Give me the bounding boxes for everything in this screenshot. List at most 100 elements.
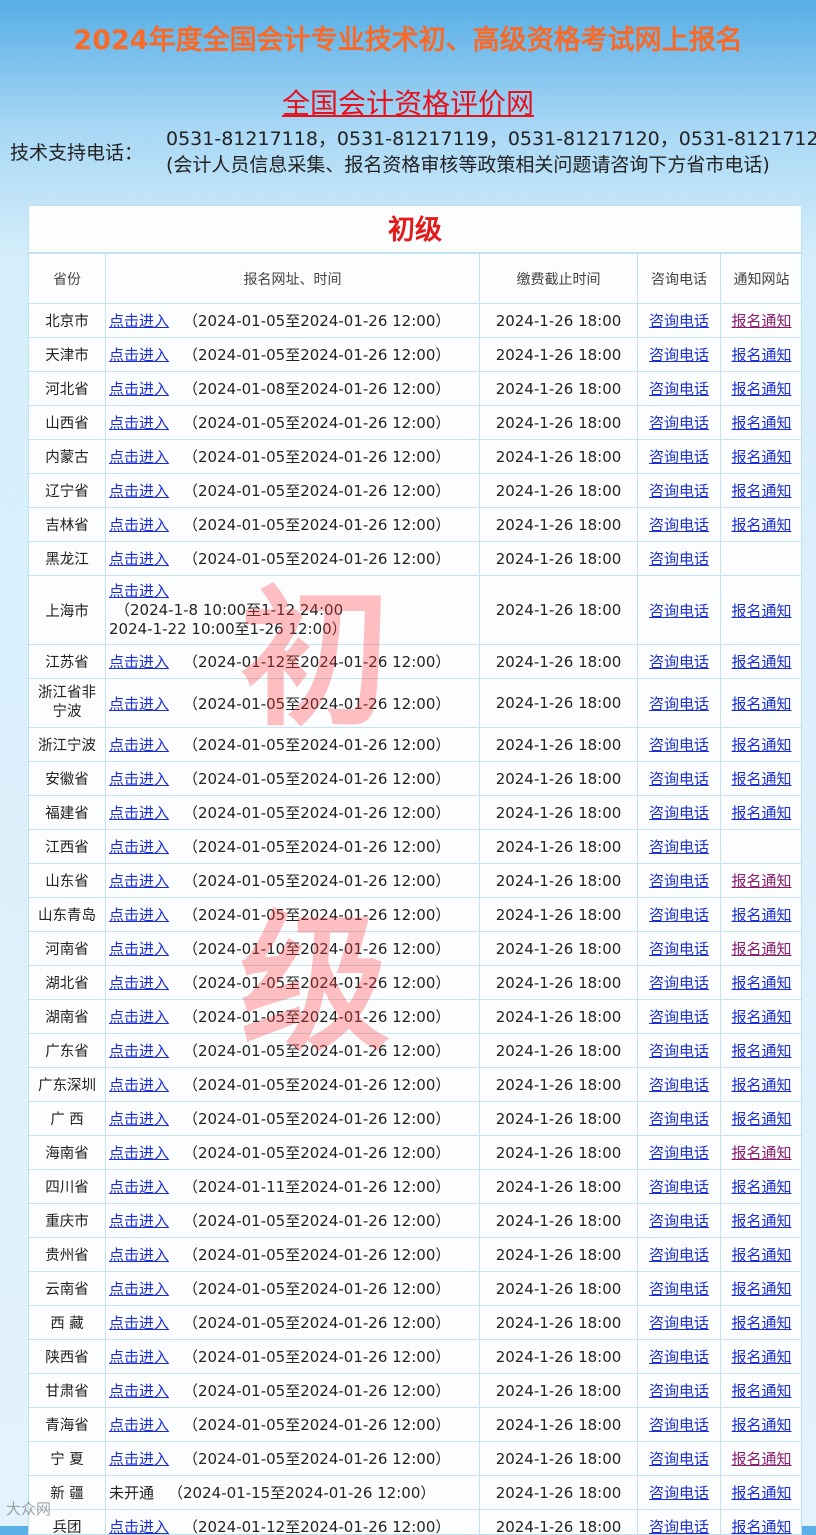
consult-phone-link[interactable]: 咨询电话 bbox=[649, 1144, 709, 1162]
notice-link[interactable]: 报名通知 bbox=[731, 380, 791, 398]
consult-phone-link[interactable]: 咨询电话 bbox=[649, 940, 709, 958]
consult-phone-link[interactable]: 咨询电话 bbox=[649, 414, 709, 432]
consult-phone-link[interactable]: 咨询电话 bbox=[649, 1416, 709, 1434]
consult-phone-link[interactable]: 咨询电话 bbox=[649, 1110, 709, 1128]
notice-link[interactable]: 报名通知 bbox=[731, 516, 791, 534]
notice-link[interactable]: 报名通知 bbox=[731, 1382, 791, 1400]
notice-link[interactable]: 报名通知 bbox=[731, 482, 791, 500]
consult-phone-link[interactable]: 咨询电话 bbox=[649, 1178, 709, 1196]
consult-phone-link[interactable]: 咨询电话 bbox=[649, 1382, 709, 1400]
notice-link[interactable]: 报名通知 bbox=[731, 1450, 791, 1468]
notice-link[interactable]: 报名通知 bbox=[731, 906, 791, 924]
notice-link[interactable]: 报名通知 bbox=[731, 1314, 791, 1332]
enter-link[interactable]: 点击进入 bbox=[109, 906, 169, 924]
consult-phone-link[interactable]: 咨询电话 bbox=[649, 974, 709, 992]
enter-link[interactable]: 点击进入 bbox=[109, 1144, 169, 1162]
enter-link[interactable]: 点击进入 bbox=[109, 582, 169, 600]
enter-link[interactable]: 点击进入 bbox=[109, 1280, 169, 1298]
notice-link[interactable]: 报名通知 bbox=[731, 872, 791, 890]
consult-phone-link[interactable]: 咨询电话 bbox=[649, 346, 709, 364]
notice-link[interactable]: 报名通知 bbox=[731, 1246, 791, 1264]
notice-link[interactable]: 报名通知 bbox=[731, 974, 791, 992]
enter-link[interactable]: 点击进入 bbox=[109, 346, 169, 364]
enter-link[interactable]: 点击进入 bbox=[109, 1008, 169, 1026]
enter-link[interactable]: 点击进入 bbox=[109, 1450, 169, 1468]
notice-link[interactable]: 报名通知 bbox=[731, 736, 791, 754]
consult-phone-link[interactable]: 咨询电话 bbox=[649, 1484, 709, 1502]
notice-link[interactable]: 报名通知 bbox=[731, 1348, 791, 1366]
consult-phone-link[interactable]: 咨询电话 bbox=[649, 448, 709, 466]
enter-link[interactable]: 点击进入 bbox=[109, 516, 169, 534]
consult-phone-link[interactable]: 咨询电话 bbox=[649, 1314, 709, 1332]
notice-link[interactable]: 报名通知 bbox=[731, 448, 791, 466]
consult-phone-link[interactable]: 咨询电话 bbox=[649, 1042, 709, 1060]
notice-link[interactable]: 报名通知 bbox=[731, 804, 791, 822]
enter-link[interactable]: 点击进入 bbox=[109, 1212, 169, 1230]
enter-link[interactable]: 点击进入 bbox=[109, 1178, 169, 1196]
notice-link[interactable]: 报名通知 bbox=[731, 1110, 791, 1128]
notice-link[interactable]: 报名通知 bbox=[731, 1416, 791, 1434]
enter-link[interactable]: 点击进入 bbox=[109, 1110, 169, 1128]
consult-phone-link[interactable]: 咨询电话 bbox=[649, 1246, 709, 1264]
notice-link[interactable]: 报名通知 bbox=[731, 346, 791, 364]
consult-phone-link[interactable]: 咨询电话 bbox=[649, 695, 709, 713]
notice-link[interactable]: 报名通知 bbox=[731, 653, 791, 671]
enter-link[interactable]: 点击进入 bbox=[109, 414, 169, 432]
consult-phone-link[interactable]: 咨询电话 bbox=[649, 1348, 709, 1366]
consult-phone-link[interactable]: 咨询电话 bbox=[649, 550, 709, 568]
notice-link[interactable]: 报名通知 bbox=[731, 940, 791, 958]
notice-link[interactable]: 报名通知 bbox=[731, 1178, 791, 1196]
notice-link[interactable]: 报名通知 bbox=[731, 414, 791, 432]
notice-link[interactable]: 报名通知 bbox=[731, 1212, 791, 1230]
consult-phone-link[interactable]: 咨询电话 bbox=[649, 1008, 709, 1026]
notice-link[interactable]: 报名通知 bbox=[731, 1518, 791, 1535]
enter-link[interactable]: 点击进入 bbox=[109, 1246, 169, 1264]
consult-phone-link[interactable]: 咨询电话 bbox=[649, 906, 709, 924]
enter-link[interactable]: 点击进入 bbox=[109, 1314, 169, 1332]
notice-link[interactable]: 报名通知 bbox=[731, 770, 791, 788]
consult-phone-link[interactable]: 咨询电话 bbox=[649, 380, 709, 398]
consult-phone-link[interactable]: 咨询电话 bbox=[649, 736, 709, 754]
enter-link[interactable]: 点击进入 bbox=[109, 804, 169, 822]
consult-phone-link[interactable]: 咨询电话 bbox=[649, 1280, 709, 1298]
enter-link[interactable]: 点击进入 bbox=[109, 974, 169, 992]
enter-link[interactable]: 点击进入 bbox=[109, 695, 169, 713]
enter-link[interactable]: 点击进入 bbox=[109, 550, 169, 568]
enter-link[interactable]: 点击进入 bbox=[109, 770, 169, 788]
notice-link[interactable]: 报名通知 bbox=[731, 312, 791, 330]
notice-link[interactable]: 报名通知 bbox=[731, 1484, 791, 1502]
enter-link[interactable]: 点击进入 bbox=[109, 872, 169, 890]
consult-phone-link[interactable]: 咨询电话 bbox=[649, 602, 709, 620]
enter-link[interactable]: 点击进入 bbox=[109, 1382, 169, 1400]
consult-phone-link[interactable]: 咨询电话 bbox=[649, 1450, 709, 1468]
enter-link[interactable]: 点击进入 bbox=[109, 1416, 169, 1434]
enter-link[interactable]: 点击进入 bbox=[109, 940, 169, 958]
notice-link[interactable]: 报名通知 bbox=[731, 1042, 791, 1060]
enter-link[interactable]: 点击进入 bbox=[109, 1076, 169, 1094]
notice-link[interactable]: 报名通知 bbox=[731, 1144, 791, 1162]
consult-phone-link[interactable]: 咨询电话 bbox=[649, 653, 709, 671]
enter-link[interactable]: 点击进入 bbox=[109, 1042, 169, 1060]
consult-phone-link[interactable]: 咨询电话 bbox=[649, 1212, 709, 1230]
consult-phone-link[interactable]: 咨询电话 bbox=[649, 872, 709, 890]
notice-link[interactable]: 报名通知 bbox=[731, 695, 791, 713]
enter-link[interactable]: 点击进入 bbox=[109, 1348, 169, 1366]
consult-phone-link[interactable]: 咨询电话 bbox=[649, 804, 709, 822]
consult-phone-link[interactable]: 咨询电话 bbox=[649, 838, 709, 856]
enter-link[interactable]: 点击进入 bbox=[109, 312, 169, 330]
enter-link[interactable]: 点击进入 bbox=[109, 1518, 169, 1535]
consult-phone-link[interactable]: 咨询电话 bbox=[649, 482, 709, 500]
enter-link[interactable]: 点击进入 bbox=[109, 448, 169, 466]
site-link[interactable]: 全国会计资格评价网 bbox=[0, 82, 816, 122]
enter-link[interactable]: 点击进入 bbox=[109, 736, 169, 754]
enter-link[interactable]: 点击进入 bbox=[109, 653, 169, 671]
consult-phone-link[interactable]: 咨询电话 bbox=[649, 770, 709, 788]
enter-link[interactable]: 点击进入 bbox=[109, 380, 169, 398]
consult-phone-link[interactable]: 咨询电话 bbox=[649, 1076, 709, 1094]
notice-link[interactable]: 报名通知 bbox=[731, 1076, 791, 1094]
notice-link[interactable]: 报名通知 bbox=[731, 602, 791, 620]
consult-phone-link[interactable]: 咨询电话 bbox=[649, 312, 709, 330]
notice-link[interactable]: 报名通知 bbox=[731, 1280, 791, 1298]
enter-link[interactable]: 点击进入 bbox=[109, 482, 169, 500]
notice-link[interactable]: 报名通知 bbox=[731, 1008, 791, 1026]
